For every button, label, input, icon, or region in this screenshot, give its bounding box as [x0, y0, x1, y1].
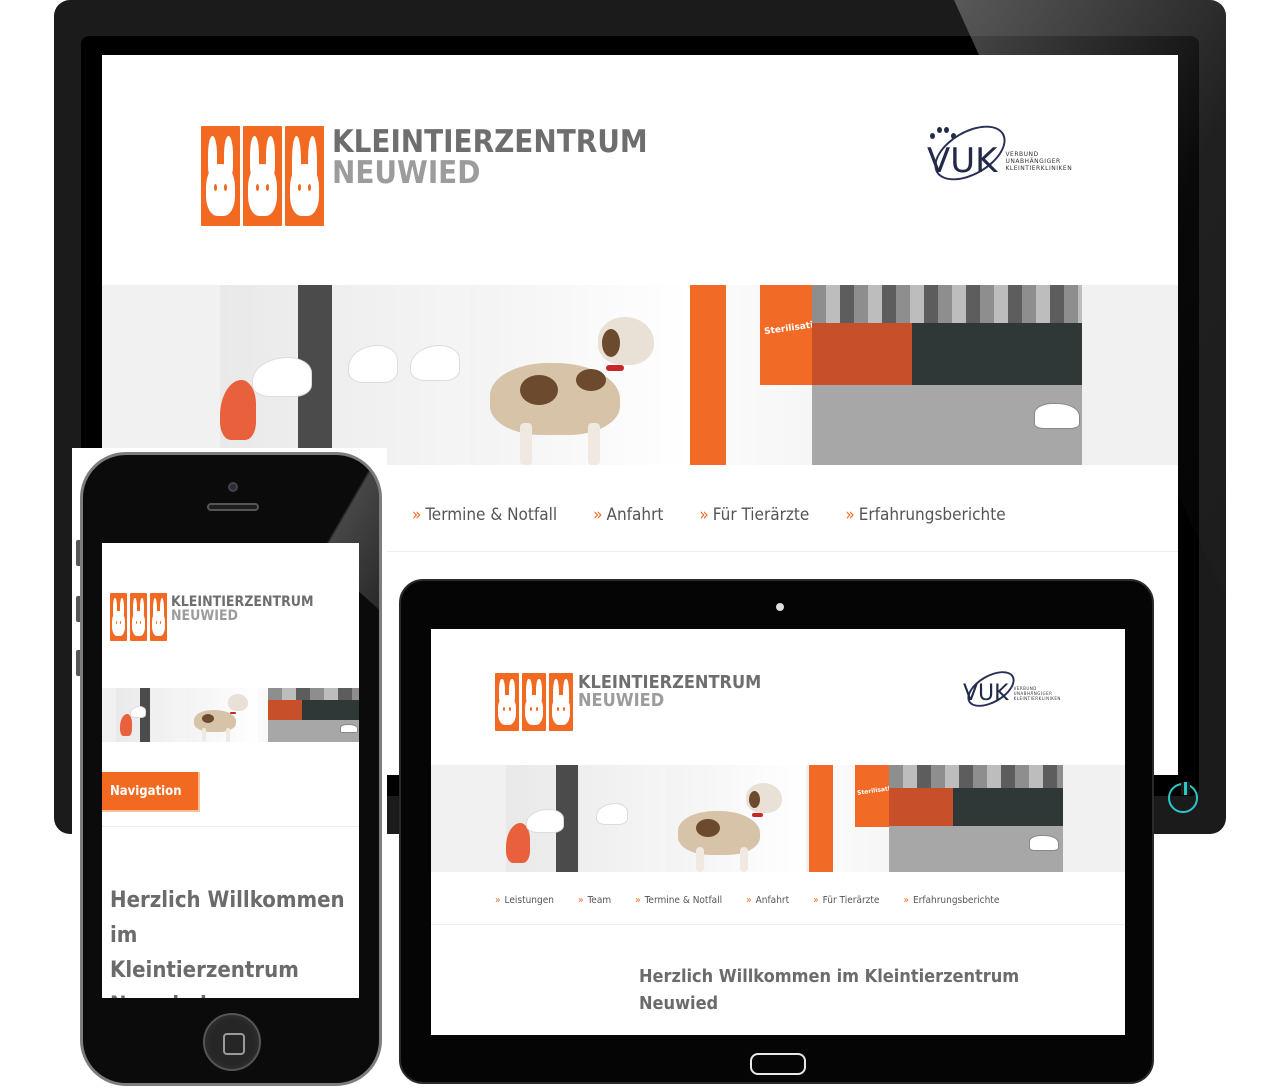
nav-item-anfahrt[interactable]: » Anfahrt [593, 505, 663, 525]
main-nav: » Leistungen » Team » Termine & Notfall … [495, 895, 999, 906]
welcome-line2: Neuwied [639, 993, 719, 1014]
chevron-right-icon: » [635, 895, 641, 906]
camera-icon [228, 482, 238, 492]
nav-item-anfahrt[interactable]: » Anfahrt [746, 895, 789, 906]
chevron-right-icon: » [495, 895, 501, 906]
nav-item-label: Für Tierärzte [712, 505, 810, 525]
nav-divider [102, 826, 359, 827]
logo-mark-icon [110, 593, 167, 641]
vuk-partner-logo[interactable]: VUK VERBUND UNABHÄNGIGER KLEINTIERKLINIK… [925, 114, 1073, 192]
vuk-line1: VERBUND [1005, 150, 1039, 158]
brand-logo[interactable]: KLEINTIERZENTRUM NEUWIED [201, 126, 648, 226]
home-button[interactable] [750, 1053, 806, 1075]
vuk-partner-logo[interactable]: VUK VERBUND UNABHÄNGIGER KLEINTIERKLINIK… [961, 663, 1061, 715]
welcome-line2: Kleintierzentrum [110, 958, 299, 983]
main-nav: » Termine & Notfall » Anfahrt » Für Tier… [412, 505, 1006, 525]
brand-name-line2: NEUWIED [578, 690, 665, 711]
brand-name-line1: KLEINTIERZENTRUM [171, 594, 314, 610]
home-button[interactable] [203, 1013, 261, 1071]
nav-divider [431, 924, 1125, 925]
navigation-toggle-button[interactable]: Navigation [102, 772, 200, 812]
welcome-line3: Neuwied [110, 988, 359, 998]
vuk-line2: UNABHÄNGIGER [1005, 157, 1061, 165]
chevron-right-icon: » [593, 505, 603, 525]
nav-item-label: Anfahrt [755, 895, 790, 906]
camera-icon [776, 603, 784, 611]
nav-item-label: Leistungen [504, 895, 554, 906]
nav-item-label: Termine & Notfall [425, 505, 558, 525]
brand-logo[interactable]: KLEINTIERZENTRUM NEUWIED [495, 673, 761, 731]
chevron-right-icon: » [699, 505, 709, 525]
welcome-line1: Herzlich Willkommen im [110, 888, 345, 948]
chevron-right-icon: » [845, 505, 855, 525]
brand-logo[interactable]: KLEINTIERZENTRUM NEUWIED [110, 593, 314, 641]
hero-banner-image: Sterilisation [431, 765, 1125, 872]
nav-item-tieraerzte[interactable]: » Für Tierärzte [699, 505, 809, 525]
chevron-right-icon: » [412, 505, 422, 525]
welcome-heading: Herzlich Willkommen im Kleintierzentrum … [639, 963, 1019, 1017]
nav-item-label: Anfahrt [606, 505, 664, 525]
vuk-letters: VUK [927, 141, 998, 181]
nav-item-label: Team [587, 895, 612, 906]
hero-banner-image [102, 688, 359, 742]
nav-item-leistungen[interactable]: » Leistungen [495, 895, 554, 906]
hero-banner-image: Sterilisation [102, 285, 1178, 465]
brand-name-line1: KLEINTIERZENTRUM [332, 124, 648, 160]
nav-item-team[interactable]: » Team [578, 895, 611, 906]
brand-name-line2: NEUWIED [171, 608, 239, 624]
nav-item-erfahrungsberichte[interactable]: » Erfahrungsberichte [903, 895, 999, 906]
nav-item-label: Für Tierärzte [822, 895, 880, 906]
nav-item-label: Erfahrungsberichte [858, 505, 1006, 525]
nav-item-erfahrungsberichte[interactable]: » Erfahrungsberichte [845, 505, 1005, 525]
chevron-right-icon: » [746, 895, 752, 906]
nav-item-termine[interactable]: » Termine & Notfall [412, 505, 557, 525]
vuk-letters: VUK [963, 681, 1009, 706]
phone-screen: KLEINTIERZENTRUM NEUWIED Navigation Herz… [102, 543, 359, 998]
welcome-line1: Herzlich Willkommen im Kleintierzentrum [639, 966, 1020, 987]
vuk-line3: KLEINTIERKLINIKEN [1005, 164, 1073, 172]
power-icon[interactable] [1168, 782, 1198, 813]
nav-item-label: Erfahrungsberichte [912, 895, 1000, 906]
nav-item-label: Termine & Notfall [644, 895, 723, 906]
logo-mark-icon [495, 673, 573, 731]
logo-mark-icon [201, 126, 324, 226]
speaker-icon [207, 503, 259, 511]
chevron-right-icon: » [813, 895, 819, 906]
welcome-heading: Herzlich Willkommen im Kleintierzentrum … [110, 883, 359, 998]
chevron-right-icon: » [577, 895, 584, 906]
brand-name-line2: NEUWIED [332, 155, 481, 191]
nav-item-tieraerzte[interactable]: » Für Tierärzte [813, 895, 879, 906]
vuk-line3: KLEINTIERKLINIKEN [1013, 696, 1061, 701]
chevron-right-icon: » [903, 895, 909, 906]
nav-item-termine[interactable]: » Termine & Notfall [635, 895, 722, 906]
tablet-screen: KLEINTIERZENTRUM NEUWIED VUK VERBUND UNA… [431, 629, 1125, 1035]
